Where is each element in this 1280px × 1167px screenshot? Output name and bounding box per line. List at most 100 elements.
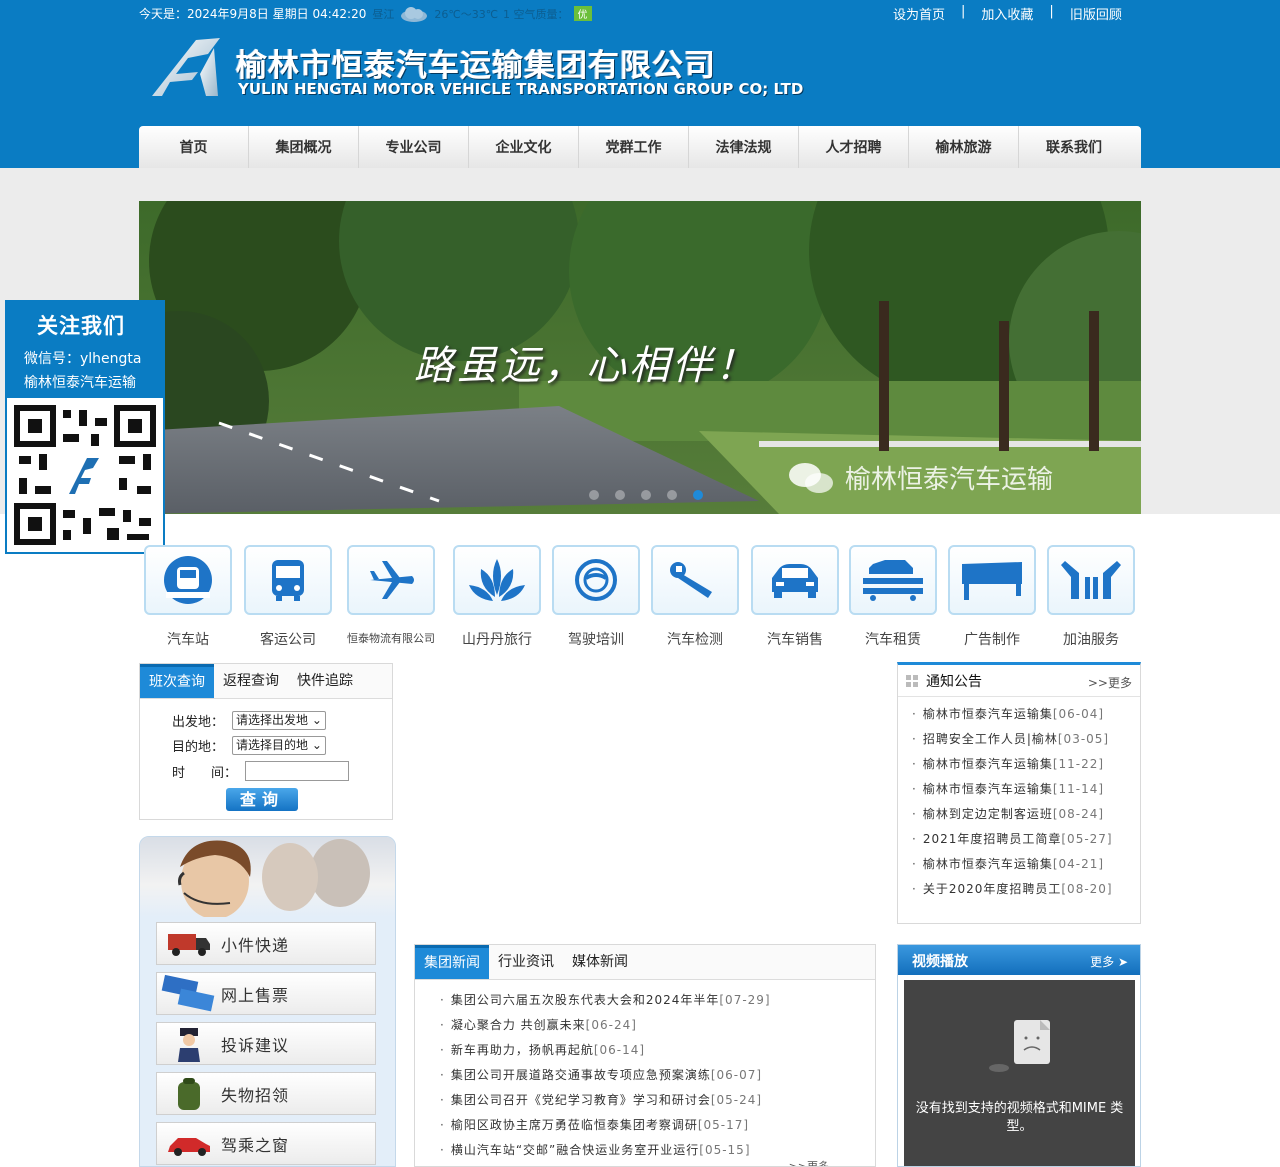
video-player[interactable]: 没有找到支持的视频格式和MIME 类型。 — [904, 980, 1135, 1166]
complaint-button[interactable]: 投诉建议 — [156, 1022, 376, 1065]
slide-dot-active[interactable] — [693, 490, 703, 500]
tab-media-news[interactable]: 媒体新闻 — [563, 945, 637, 979]
ticket-icon — [161, 974, 215, 1011]
parcel-express-button[interactable]: 小件快递 — [156, 922, 376, 965]
old-version-link[interactable]: 旧版回顾 — [1070, 4, 1122, 23]
logo-english-name: YULIN HENGTAI MOTOR VEHICLE TRANSPORTATI… — [238, 80, 804, 98]
from-label: 出发地： — [172, 715, 225, 730]
nav-jobs[interactable]: 人才招聘 — [799, 126, 909, 168]
service-label: 驾驶培训 — [568, 632, 624, 648]
notice-item[interactable]: 榆林到定边定制客运班[08-24] — [912, 802, 1140, 827]
service-inspection[interactable]: 汽车检测 — [650, 545, 740, 649]
temperature: 26℃～33℃ — [434, 7, 499, 21]
notice-header: 通知公告 >>更多 — [898, 665, 1140, 697]
news-item[interactable]: 集团公司六届五次股东代表大会和2024年半年[07-29] — [440, 988, 875, 1013]
notice-text: 榆林到定边定制客运班 — [922, 807, 1053, 821]
weather-city: 昼江 — [372, 7, 395, 21]
complaint-label: 投诉建议 — [221, 1035, 290, 1055]
news-item[interactable]: 新车再助力，扬帆再起航[06-14] — [440, 1038, 875, 1063]
nav-about[interactable]: 集团概况 — [249, 126, 359, 168]
tab-parcel-tracking[interactable]: 快件追踪 — [288, 664, 362, 698]
notice-item[interactable]: 榆林市恒泰汽车运输集[06-04] — [912, 702, 1140, 727]
nav-contact[interactable]: 联系我们 — [1019, 126, 1129, 168]
notice-more-link[interactable]: >>更多 — [1088, 674, 1132, 691]
video-header: 视频播放 更多 ➤ — [898, 945, 1140, 975]
service-bus-company[interactable]: 客运公司 — [243, 545, 333, 649]
notice-item[interactable]: 榆林市恒泰汽车运输集[11-22] — [912, 752, 1140, 777]
top-info-bar: 今天是：2024年9月8日 星期日 04:42:20 昼江 26℃～33℃ 1 … — [139, 5, 592, 22]
video-more-link[interactable]: 更多 ➤ — [1090, 953, 1128, 970]
news-list: 集团公司六届五次股东代表大会和2024年半年[07-29] 凝心聚合力 共创赢未… — [415, 980, 875, 1163]
news-item[interactable]: 集团公司召开《党纪学习教育》学习和研讨会[05-24] — [440, 1088, 875, 1113]
service-label: 汽车检测 — [667, 632, 723, 648]
banner-slogan: 路虽远，心相伴！ — [414, 343, 758, 389]
service-driving-school[interactable]: 驾驶培训 — [551, 545, 641, 649]
news-date: [07-29] — [719, 993, 771, 1007]
service-label: 汽车销售 — [767, 632, 823, 648]
nav-law[interactable]: 法律法规 — [689, 126, 799, 168]
notice-text: 榆林市恒泰汽车运输集 — [922, 782, 1053, 796]
news-item[interactable]: 凝心聚合力 共创赢未来[06-24] — [440, 1013, 875, 1038]
news-tabs: 集团新闻 行业资讯 媒体新闻 — [415, 945, 875, 980]
query-button[interactable]: 查询 — [226, 788, 298, 811]
tab-industry-news[interactable]: 行业资讯 — [489, 945, 563, 979]
notice-item[interactable]: 榆林市恒泰汽车运输集[04-21] — [912, 852, 1140, 877]
service-advertising[interactable]: 广告制作 — [947, 545, 1037, 649]
add-favorite-link[interactable]: 加入收藏 — [981, 4, 1033, 23]
notice-item[interactable]: 关于2020年度招聘员工[08-20] — [912, 877, 1140, 902]
news-item[interactable]: 集团公司开展道路交通事故专项应急预案演练[06-07] — [440, 1063, 875, 1088]
notice-item[interactable]: 招聘安全工作人员|榆林[03-05] — [912, 727, 1140, 752]
service-car-sales[interactable]: 汽车销售 — [750, 545, 840, 649]
slide-dot[interactable] — [589, 490, 599, 500]
cloud-icon — [401, 6, 428, 22]
service-label: 恒泰物流有限公司 — [347, 632, 435, 645]
notice-item[interactable]: 榆林市恒泰汽车运输集[11-14] — [912, 777, 1140, 802]
online-ticket-button[interactable]: 网上售票 — [156, 972, 376, 1015]
red-car-icon — [168, 1137, 210, 1156]
schedule-query-box: 班次查询 返程查询 快件追踪 出发地： 请选择出发地 ⌄ 目的地： 请选择目的地… — [139, 663, 393, 820]
tab-schedule-query[interactable]: 班次查询 — [140, 664, 214, 698]
lost-found-button[interactable]: 失物招领 — [156, 1072, 376, 1115]
nav-culture[interactable]: 企业文化 — [469, 126, 579, 168]
divider: | — [961, 4, 966, 19]
destination-select-value: 请选择目的地 — [236, 738, 309, 752]
notice-item[interactable]: 2021年度招聘员工简章[05-27] — [912, 827, 1140, 852]
notice-date: [11-22] — [1052, 757, 1105, 771]
divider: | — [1049, 4, 1054, 19]
news-item[interactable]: 榆阳区政协主席万勇莅临恒泰集团考察调研[05-17] — [440, 1113, 875, 1138]
tab-group-news[interactable]: 集团新闻 — [415, 945, 489, 979]
air-quality-label: 1 空气质量： — [503, 7, 569, 21]
news-text: 榆阳区政协主席万勇莅临恒泰集团考察调研 — [450, 1118, 698, 1132]
time-input[interactable] — [245, 761, 350, 781]
nav-home[interactable]: 首页 — [139, 126, 249, 168]
nav-companies[interactable]: 专业公司 — [359, 126, 469, 168]
departure-select[interactable]: 请选择出发地 ⌄ — [232, 711, 326, 730]
news-date: [05-24] — [710, 1093, 763, 1107]
service-car-rental[interactable]: 汽车租赁 — [848, 545, 938, 649]
steering-wheel-icon — [575, 559, 617, 601]
service-travel[interactable]: 山丹丹旅行 — [452, 545, 542, 649]
follow-title: 关注我们 — [37, 314, 125, 338]
set-homepage-link[interactable]: 设为首页 — [893, 4, 945, 23]
destination-select[interactable]: 请选择目的地 ⌄ — [232, 736, 326, 755]
hero-banner[interactable]: 路虽远，心相伴！ 榆林恒泰汽车运输 — [139, 201, 1141, 514]
query-tabs: 班次查询 返程查询 快件追踪 — [140, 664, 392, 699]
departure-select-value: 请选择出发地 — [236, 713, 309, 727]
slide-dot[interactable] — [641, 490, 651, 500]
slide-dot[interactable] — [615, 490, 625, 500]
time-label: 时 间： — [172, 765, 238, 781]
nav-tourism[interactable]: 榆林旅游 — [909, 126, 1019, 168]
site-logo[interactable]: 榆林市恒泰汽车运输集团有限公司 YULIN HENGTAI MOTOR VEHI… — [148, 34, 803, 100]
slide-dot[interactable] — [667, 490, 677, 500]
notice-list: 榆林市恒泰汽车运输集[06-04] 招聘安全工作人员|榆林[03-05] 榆林市… — [898, 697, 1140, 902]
tab-return-query[interactable]: 返程查询 — [214, 664, 288, 698]
service-fuel[interactable]: 加油服务 — [1046, 545, 1136, 649]
service-logistics[interactable]: 恒泰物流有限公司 — [346, 545, 436, 646]
news-more-link[interactable]: >>更多 — [789, 1158, 829, 1166]
police-officer-icon — [178, 1027, 200, 1062]
service-bus-station[interactable]: 汽车站 — [143, 545, 233, 649]
wechat-name: 榆林恒泰汽车运输 — [24, 375, 136, 391]
wechat-id: 微信号：ylhengta — [24, 351, 142, 367]
nav-party[interactable]: 党群工作 — [579, 126, 689, 168]
travel-window-button[interactable]: 驾乘之窗 — [156, 1122, 376, 1165]
